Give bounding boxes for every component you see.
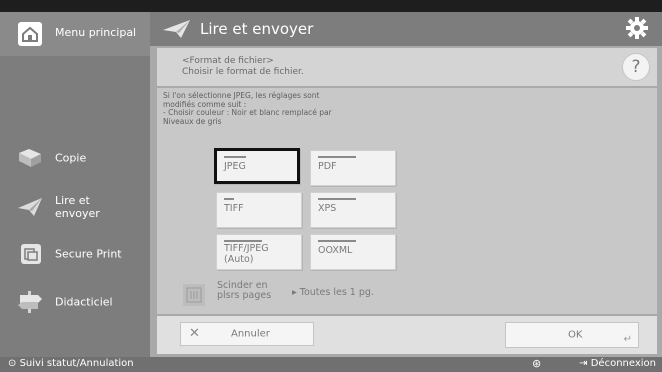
sidebar-item-label: Copie [55,151,87,165]
header: Lire et envoyer [150,12,662,46]
logout-label: Déconnexion [590,358,656,369]
screen: Menu principal Copie Lire et envoyer Sec… [0,0,662,372]
help-button[interactable]: ? [622,53,650,81]
jpeg-note: Si l'on sélectionne JPEG, les réglages s… [163,91,332,126]
sidebar-item-didacticiel[interactable]: Didacticiel [0,280,150,324]
logout-icon: ⇥ [579,358,591,369]
subheading: <Format de fichier> Choisir le format de… [157,48,657,86]
format-label: PDF [318,161,337,172]
network-icon[interactable]: ⊛ [532,357,541,370]
send-plane-icon [16,194,44,220]
format-label: XPS [318,203,337,214]
split-pages-label[interactable]: Scinder en plsrs pages [217,281,271,301]
logout-button[interactable]: ⇥ Déconnexion [579,358,656,369]
subheading-title: <Format de fichier> [182,56,274,66]
format-label: OOXML [318,245,353,256]
format-indicator [224,198,234,200]
format-tiff-jpeg-auto-button[interactable]: TIFF/JPEG (Auto) [216,234,302,270]
split-pages-value: ▸ Toutes les 1 pg. [292,287,374,298]
sidebar-item-copie[interactable]: Copie [0,136,150,180]
sidebar-item-label: Secure Print [55,247,122,261]
home-label: Menu principal [55,26,137,39]
home-icon [18,22,42,46]
ok-button[interactable]: OK ↵ [505,322,639,348]
format-pdf-button[interactable]: PDF [310,150,396,186]
format-ooxml-button[interactable]: OOXML [310,234,396,270]
ok-label: OK [568,329,583,341]
signpost-icon [16,289,44,315]
page-title: Lire et envoyer [200,20,314,38]
format-indicator [318,198,356,200]
job-status-button[interactable]: ⊙ Suivi statut/Annulation [8,358,134,369]
format-label: TIFF/JPEG (Auto) [224,243,269,265]
gear-icon[interactable] [626,17,648,43]
sidebar-item-secure-print[interactable]: Secure Print [0,232,150,276]
subheading-instruction: Choisir le format de fichier. [182,67,304,77]
status-icon: ⊙ [8,358,20,369]
format-indicator [224,156,246,158]
format-indicator [318,240,356,242]
split-pages-icon[interactable] [183,284,205,306]
copy-icon [16,145,44,171]
cancel-button[interactable]: ✕ Annuler [180,322,314,346]
sidebar-item-label: Didacticiel [55,295,113,309]
format-xps-button[interactable]: XPS [310,192,396,228]
home-button[interactable]: Menu principal [0,12,150,56]
format-tiff-button[interactable]: TIFF [216,192,302,228]
format-indicator [318,156,356,158]
cancel-label: Annuler [231,328,270,340]
sidebar-item-lire-envoyer[interactable]: Lire et envoyer [0,185,150,229]
format-label: JPEG [224,161,246,172]
top-band [0,0,662,12]
sidebar-item-label: Lire et envoyer [55,194,100,220]
secure-print-icon [20,243,42,265]
job-status-label: Suivi statut/Annulation [19,358,134,369]
format-jpeg-button[interactable]: JPEG [214,148,300,184]
close-icon: ✕ [189,326,200,341]
format-label: TIFF [224,203,244,214]
send-plane-icon [162,18,192,44]
format-indicator [224,240,262,242]
status-bar: ⊙ Suivi statut/Annulation ⊛ ⇥ Déconnexio… [0,357,662,372]
enter-icon: ↵ [623,334,632,345]
